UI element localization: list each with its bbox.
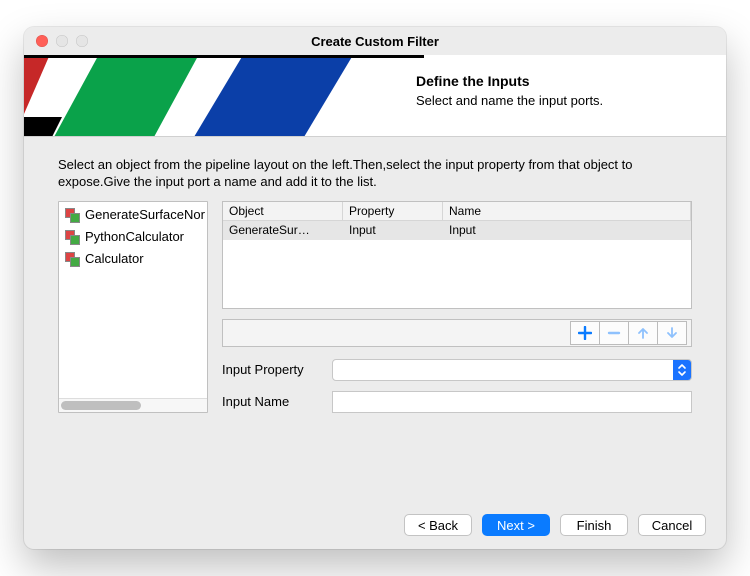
list-toolbar — [222, 319, 692, 347]
back-button[interactable]: < Back — [404, 514, 472, 536]
pipeline-item[interactable]: Calculator — [61, 248, 205, 270]
minus-icon — [607, 326, 621, 340]
input-name-label: Input Name — [222, 394, 322, 409]
wizard-footer: < Back Next > Finish Cancel — [24, 501, 726, 549]
column-header-object[interactable]: Object — [223, 202, 343, 220]
cell-property: Input — [343, 221, 443, 240]
column-header-property[interactable]: Property — [343, 202, 443, 220]
pipeline-list[interactable]: GenerateSurfaceNormals PythonCalculator … — [58, 201, 208, 413]
remove-button[interactable] — [599, 321, 629, 345]
filter-icon — [65, 208, 79, 222]
pipeline-item[interactable]: GenerateSurfaceNormals — [61, 204, 205, 226]
plus-icon — [578, 326, 592, 340]
filter-icon — [65, 252, 79, 266]
input-property-select[interactable] — [332, 359, 692, 381]
titlebar: Create Custom Filter — [24, 27, 726, 55]
instructions-text: Select an object from the pipeline layou… — [58, 157, 692, 191]
inputs-table[interactable]: Object Property Name GenerateSur… Input … — [222, 201, 692, 309]
add-button[interactable] — [570, 321, 600, 345]
wizard-window: Create Custom Filter Define the Inputs S… — [24, 27, 726, 549]
banner-graphic — [24, 55, 424, 137]
cancel-button[interactable]: Cancel — [638, 514, 706, 536]
arrow-up-icon — [636, 326, 650, 340]
finish-button[interactable]: Finish — [560, 514, 628, 536]
pipeline-item-label: Calculator — [85, 251, 144, 266]
banner-heading: Define the Inputs — [416, 73, 696, 89]
arrow-down-icon — [665, 326, 679, 340]
next-button[interactable]: Next > — [482, 514, 550, 536]
pipeline-item-label: GenerateSurfaceNormals — [85, 207, 205, 222]
table-row[interactable]: GenerateSur… Input Input — [223, 221, 691, 240]
scrollbar-thumb[interactable] — [61, 401, 141, 410]
pipeline-item[interactable]: PythonCalculator — [61, 226, 205, 248]
table-header: Object Property Name — [223, 202, 691, 221]
pipeline-item-label: PythonCalculator — [85, 229, 184, 244]
move-down-button[interactable] — [657, 321, 687, 345]
wizard-banner: Define the Inputs Select and name the in… — [24, 55, 726, 137]
banner-subheading: Select and name the input ports. — [416, 93, 696, 108]
filter-icon — [65, 230, 79, 244]
window-title: Create Custom Filter — [24, 34, 726, 49]
move-up-button[interactable] — [628, 321, 658, 345]
input-name-field[interactable] — [332, 391, 692, 413]
cell-object: GenerateSur… — [223, 221, 343, 240]
chevron-up-down-icon — [673, 360, 691, 380]
horizontal-scrollbar[interactable] — [59, 398, 207, 412]
cell-name: Input — [443, 221, 691, 240]
input-property-value — [333, 360, 673, 380]
input-property-label: Input Property — [222, 362, 322, 377]
column-header-name[interactable]: Name — [443, 202, 691, 220]
